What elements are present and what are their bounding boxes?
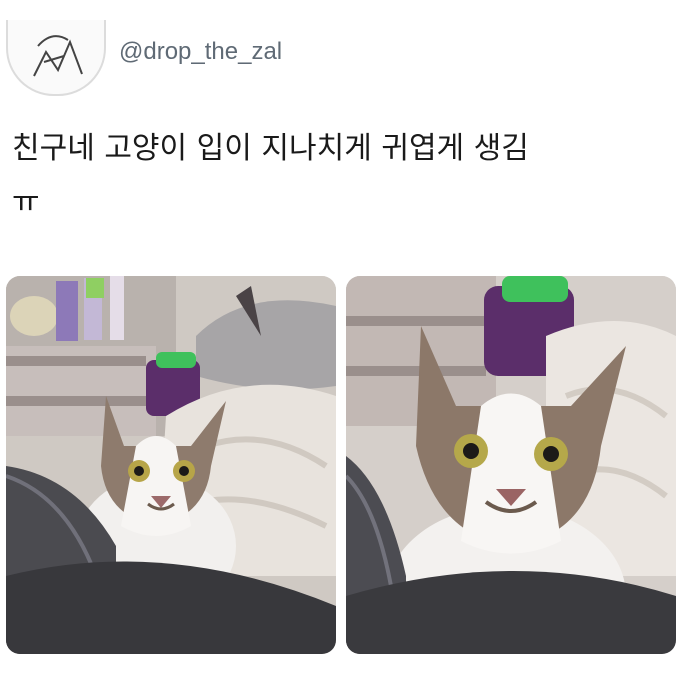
- avatar[interactable]: [6, 20, 106, 96]
- user-handle[interactable]: @drop_the_zal: [119, 38, 282, 66]
- cat-photo-left[interactable]: [6, 276, 336, 654]
- tweet-media: [6, 276, 676, 654]
- tweet-header: @drop_the_zal: [6, 20, 506, 100]
- avatar-sketch-icon: [33, 35, 83, 77]
- cat-photo-right[interactable]: [346, 276, 676, 654]
- tweet-text-line1: 친구네 고양이 입이 지나치게 귀엽게 생김: [12, 131, 529, 166]
- tweet-text-line2: ㅠ: [12, 185, 40, 220]
- tweet-text: 친구네 고양이 입이 지나치게 귀엽게 생김 ㅠ: [12, 122, 682, 230]
